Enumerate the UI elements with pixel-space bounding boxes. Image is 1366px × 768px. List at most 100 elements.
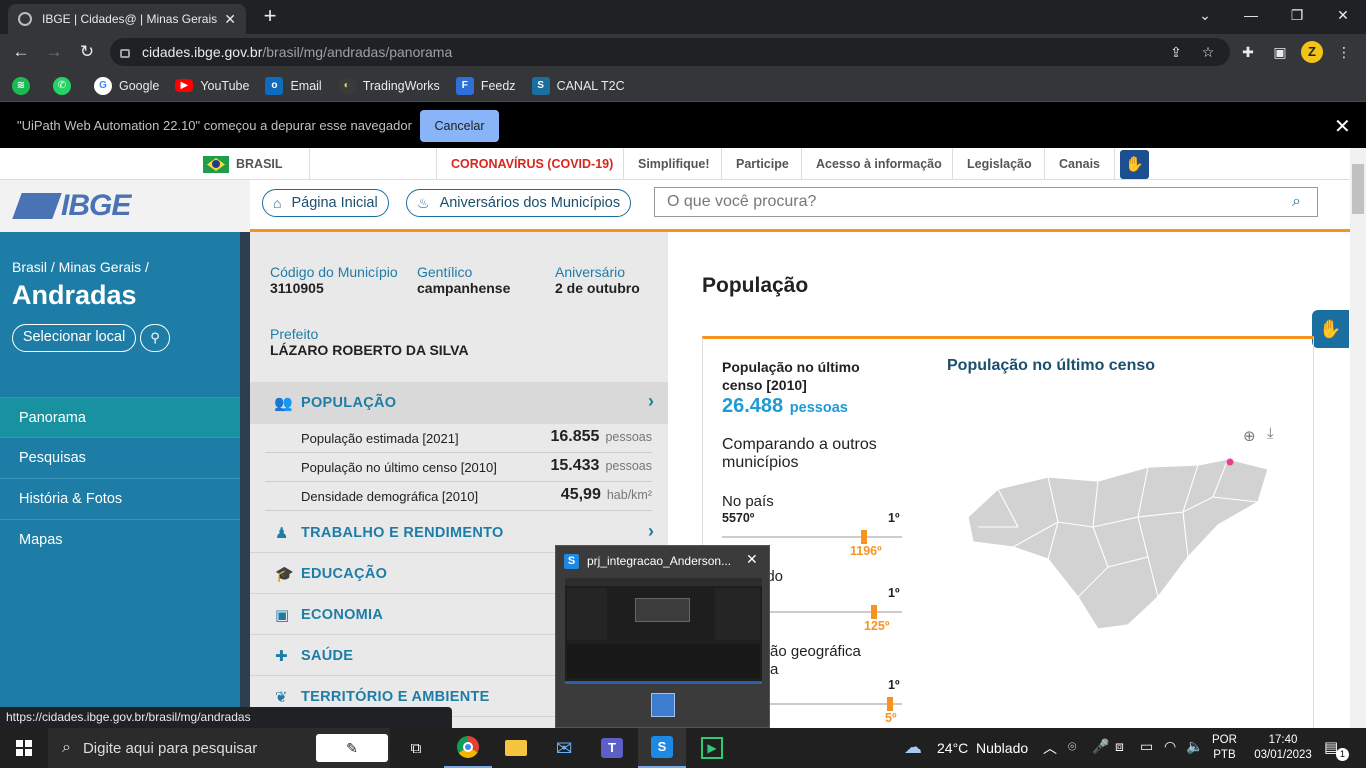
- breadcrumb[interactable]: Brasil / Minas Gerais /: [12, 259, 149, 275]
- nav-historia-fotos[interactable]: História & Fotos: [0, 479, 240, 520]
- canais-link[interactable]: Canais: [1044, 148, 1115, 180]
- legislacao-link[interactable]: Legislação: [952, 148, 1046, 180]
- back-arrow-icon[interactable]: ←: [9, 40, 33, 64]
- task-view-icon[interactable]: ⧉: [392, 728, 440, 768]
- bookmark-canal-t2c[interactable]: S CANAL T2C: [531, 76, 625, 95]
- uipath-studio-taskbar-icon[interactable]: S: [638, 728, 686, 768]
- bookmark-email[interactable]: o Email: [265, 76, 322, 95]
- population-section-header[interactable]: 👥 POPULAÇÃO ›: [250, 382, 668, 424]
- state-rank-track: [770, 611, 902, 613]
- wifi-icon[interactable]: ◠: [1164, 738, 1176, 755]
- bookmark-whatsapp[interactable]: ✆: [53, 76, 78, 95]
- thumb-panel: [715, 588, 760, 640]
- reload-icon[interactable]: ↻: [75, 40, 99, 64]
- select-location-button[interactable]: Selecionar local: [12, 324, 136, 352]
- side-panel-icon[interactable]: ▣: [1269, 41, 1291, 63]
- profile-avatar[interactable]: Z: [1301, 41, 1323, 63]
- tab-title: IBGE | Cidades@ | Minas Gerais |: [42, 12, 219, 26]
- address-bar[interactable]: cidades.ibge.gov.br /brasil/mg/andradas/…: [110, 38, 1230, 66]
- city-name: Andradas: [12, 280, 137, 310]
- taskbar-search-input[interactable]: ⌕ Digite aqui para pesquisar ✎: [48, 728, 390, 768]
- extensions-icon[interactable]: ✚: [1237, 41, 1259, 63]
- chrome-taskbar-icon[interactable]: [444, 728, 492, 768]
- mail-icon[interactable]: ✉: [540, 728, 588, 768]
- bookmark-google[interactable]: G Google: [94, 76, 159, 95]
- clock[interactable]: 17:40 03/01/2023: [1250, 733, 1316, 763]
- bookmark-spotify[interactable]: ≋: [12, 76, 37, 95]
- libras-hands-icon[interactable]: ✋: [1120, 150, 1149, 179]
- weather-temp[interactable]: 24°C: [937, 740, 968, 756]
- tab-search-icon[interactable]: ⌄: [1182, 0, 1228, 30]
- teams-icon[interactable]: T: [588, 728, 636, 768]
- remote-icon[interactable]: ⧈: [1115, 738, 1124, 755]
- close-tab-icon[interactable]: ✕: [224, 11, 236, 28]
- bookmark-youtube[interactable]: ▶ YouTube: [175, 79, 249, 93]
- uipath-studio-icon: S: [564, 554, 579, 569]
- country-label: No país: [722, 493, 774, 510]
- bookmark-star-icon[interactable]: ☆: [1197, 41, 1219, 63]
- region-label: ão geográfica: [770, 643, 861, 660]
- aniversario-label: Aniversário: [555, 264, 626, 280]
- share-icon[interactable]: ⇪: [1165, 41, 1187, 63]
- file-explorer-icon[interactable]: [492, 728, 540, 768]
- libras-accessibility-icon[interactable]: ✋: [1312, 310, 1349, 348]
- cancel-debug-button[interactable]: Cancelar: [420, 110, 499, 142]
- zoom-icon[interactable]: ⊕: [1243, 427, 1256, 445]
- weather-cloud-icon[interactable]: ☁: [904, 737, 922, 758]
- location-pin-icon[interactable]: ⚲: [140, 324, 170, 352]
- participe-link[interactable]: Participe: [721, 148, 803, 180]
- volume-icon[interactable]: 🔈: [1186, 738, 1203, 755]
- microphone-icon[interactable]: 🎤: [1092, 738, 1109, 755]
- covid-link[interactable]: CORONAVÍRUS (COVID-19): [436, 148, 627, 180]
- row-number: 45,99: [560, 486, 601, 503]
- nav-panorama[interactable]: Panorama: [0, 397, 240, 438]
- battery-icon[interactable]: ▭: [1140, 738, 1153, 755]
- status-url: https://cidades.ibge.gov.br/brasil/mg/an…: [0, 707, 452, 728]
- bookmark-feedz[interactable]: F Feedz: [455, 76, 516, 95]
- acesso-informacao-link[interactable]: Acesso à informação: [801, 148, 956, 180]
- notification-badge: 1: [1336, 748, 1349, 761]
- tray-chevron-icon[interactable]: ︿: [1043, 738, 1057, 758]
- close-window-button[interactable]: ✕: [1320, 0, 1366, 30]
- uipath-assistant-icon[interactable]: ▶: [688, 728, 736, 768]
- close-preview-icon[interactable]: ✕: [746, 551, 758, 568]
- simplifique-link[interactable]: Simplifique!: [623, 148, 724, 180]
- new-tab-button[interactable]: +: [258, 5, 282, 28]
- language-indicator[interactable]: POR PTB: [1212, 733, 1237, 763]
- tradingworks-icon: ◐: [337, 76, 356, 95]
- bookmark-tradingworks[interactable]: ◐ TradingWorks: [337, 76, 440, 95]
- table-row: Densidade demográfica [2010] 45,99 hab/km…: [265, 482, 652, 511]
- state-map[interactable]: [958, 447, 1278, 637]
- scrollbar-thumb[interactable]: [1352, 164, 1364, 214]
- anniversaries-button[interactable]: ♨ Aniversários dos Municípios: [406, 189, 632, 217]
- search-icon[interactable]: ⌕: [1292, 193, 1301, 211]
- restore-button[interactable]: ❐: [1274, 0, 1320, 30]
- search-highlight-image: ✎: [316, 734, 388, 762]
- chevron-right-icon: ›: [648, 391, 654, 411]
- home-icon: ⌂: [273, 195, 282, 211]
- weather-desc[interactable]: Nublado: [976, 740, 1028, 756]
- graduation-cap-icon: 🎓: [275, 566, 294, 583]
- search-input[interactable]: O que você procura? ⌕: [654, 187, 1318, 217]
- nav-mapas[interactable]: Mapas: [0, 520, 240, 561]
- meet-now-icon[interactable]: ⌾: [1068, 738, 1076, 755]
- taskbar-preview-window[interactable]: S prj_integracao_Anderson... ✕: [555, 545, 770, 728]
- page-scrollbar[interactable]: [1350, 148, 1366, 728]
- home-label: Página Inicial: [291, 195, 378, 211]
- brasil-link[interactable]: BRASIL: [222, 148, 297, 180]
- menu-kebab-icon[interactable]: ⋮: [1333, 41, 1355, 63]
- globe-icon: [18, 12, 32, 26]
- nav-pesquisas[interactable]: Pesquisas: [0, 438, 240, 479]
- browser-tab[interactable]: IBGE | Cidades@ | Minas Gerais | ✕: [8, 4, 246, 34]
- windows-start-icon[interactable]: [0, 728, 48, 768]
- row-unit: pessoas: [605, 459, 652, 473]
- minimize-button[interactable]: —: [1228, 0, 1274, 30]
- preview-app-icon: [651, 693, 675, 717]
- google-icon: G: [94, 76, 112, 95]
- home-button[interactable]: ⌂ Página Inicial: [262, 189, 389, 217]
- category-label: TERRITÓRIO E AMBIENTE: [301, 689, 490, 705]
- download-icon[interactable]: ⤓: [1267, 425, 1274, 442]
- forward-arrow-icon[interactable]: →: [42, 40, 66, 64]
- ibge-logo[interactable]: IBGE: [0, 180, 250, 232]
- close-infobar-icon[interactable]: ✕: [1334, 114, 1351, 139]
